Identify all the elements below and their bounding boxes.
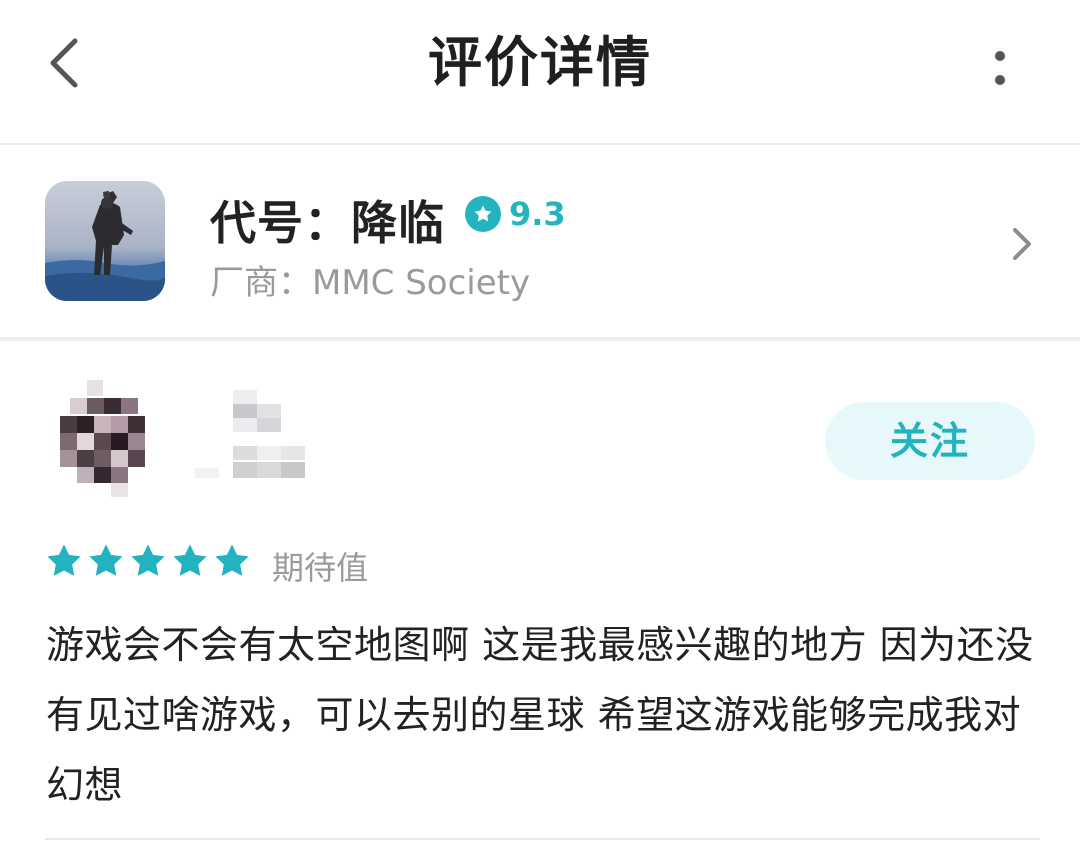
- review-body: 游戏会不会有太空地图啊 这是我最感兴趣的地方 因为还没有见过啥游戏，可以去别的星…: [46, 623, 1034, 807]
- rating-value: 9.3: [509, 195, 566, 233]
- back-button[interactable]: [30, 28, 100, 98]
- divider: [45, 838, 1040, 840]
- top-bar: 评价详情: [0, 0, 1080, 145]
- game-rating: 9.3: [465, 195, 566, 233]
- chevron-right-icon: [1004, 219, 1040, 269]
- avatar[interactable]: [55, 380, 155, 500]
- star-icon: [131, 544, 165, 576]
- star-icon: [173, 544, 207, 576]
- follow-button[interactable]: 关注: [825, 402, 1035, 480]
- more-vertical-icon: [995, 51, 1005, 61]
- username[interactable]: [185, 390, 325, 490]
- star-icon: [89, 544, 123, 576]
- game-icon: [45, 181, 165, 301]
- page-title: 评价详情: [428, 31, 652, 94]
- expectation-label: 期待值: [272, 549, 369, 587]
- chevron-left-icon: [50, 38, 78, 88]
- more-options-button[interactable]: [970, 38, 1030, 98]
- game-title: 代号：降临: [210, 196, 445, 250]
- vendor-label: 厂商：MMC Society: [210, 263, 531, 303]
- star-icon: [47, 544, 81, 576]
- star-icon: [215, 544, 249, 576]
- game-info-card[interactable]: 代号：降临 9.3 厂商：MMC Society: [0, 147, 1080, 337]
- review-stars: [45, 542, 251, 580]
- section-divider: [0, 337, 1080, 341]
- rating-star-icon: [465, 196, 501, 232]
